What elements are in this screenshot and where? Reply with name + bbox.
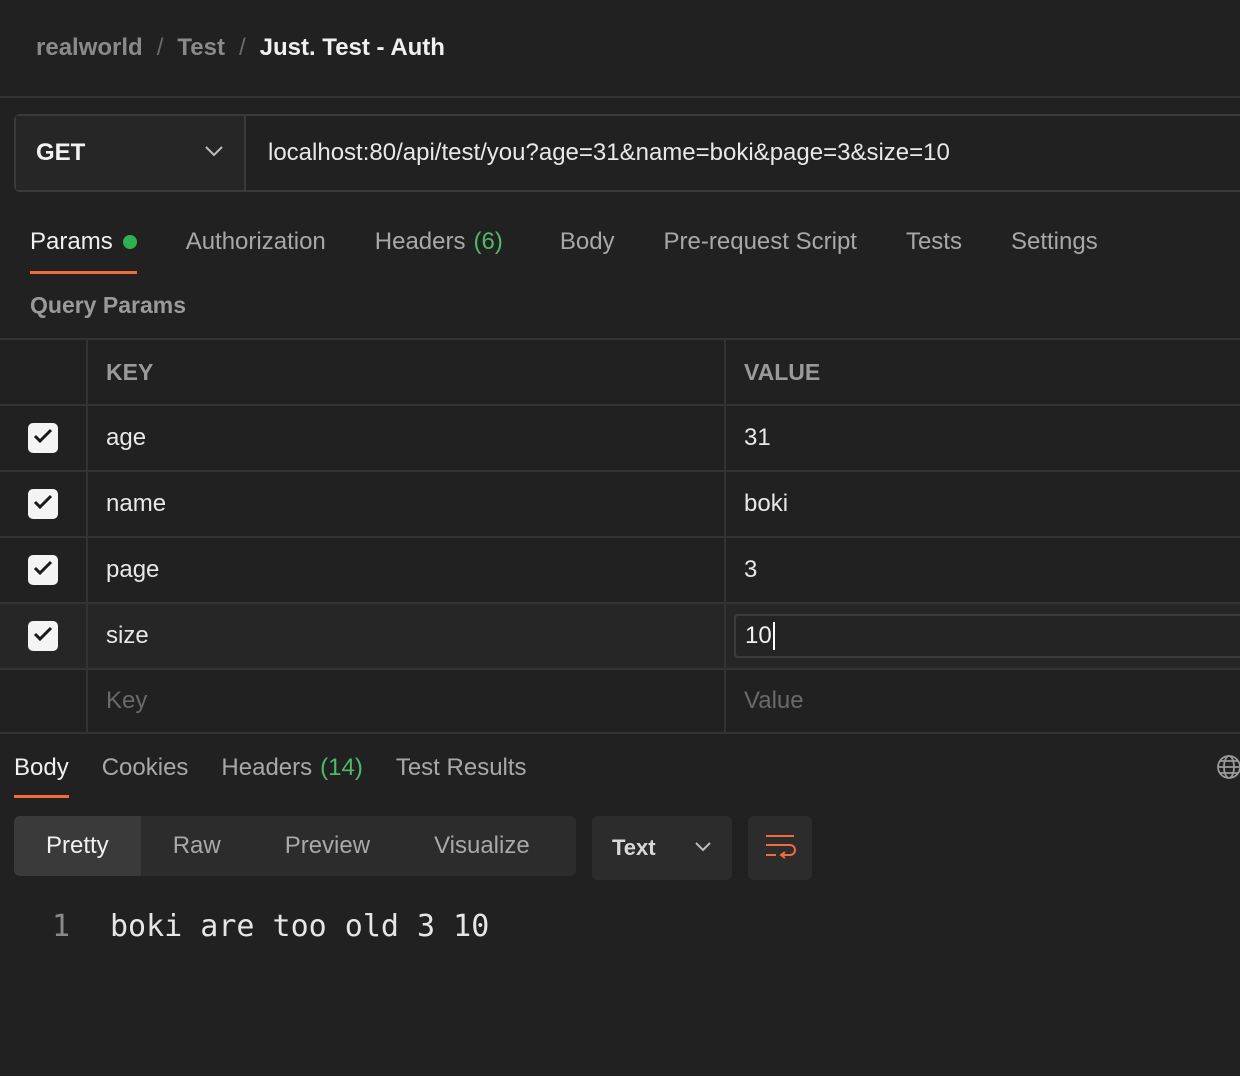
- request-bar: GET localhost:80/api/test/you?age=31&nam…: [14, 114, 1240, 192]
- tab-label: Pre-request Script: [663, 228, 857, 255]
- row-checkbox[interactable]: [28, 555, 58, 585]
- response-body-line: 1 boki are too old 3 10: [0, 904, 489, 948]
- row-checkbox[interactable]: [28, 621, 58, 651]
- param-key[interactable]: name: [88, 472, 726, 536]
- param-value-input[interactable]: 10: [734, 614, 1240, 658]
- table-row: page 3: [0, 536, 1240, 602]
- check-icon: [33, 560, 53, 581]
- param-key[interactable]: age: [88, 406, 726, 470]
- response-tab-headers[interactable]: Headers (14): [221, 744, 362, 792]
- globe-icon[interactable]: [1216, 754, 1240, 780]
- row-checkbox[interactable]: [28, 423, 58, 453]
- line-number: 1: [51, 908, 70, 944]
- tab-label: Headers: [374, 228, 466, 255]
- chevron-down-icon: [694, 839, 712, 857]
- header-divider: [0, 96, 1240, 98]
- word-wrap-icon: [764, 833, 796, 864]
- headers-count: (6): [473, 228, 503, 255]
- breadcrumb-request-name[interactable]: Just. Test - Auth: [260, 34, 445, 62]
- word-wrap-button[interactable]: [748, 816, 812, 880]
- response-tab-body[interactable]: Body: [14, 744, 69, 798]
- method-select[interactable]: GET: [16, 116, 246, 190]
- tab-settings[interactable]: Settings: [1011, 216, 1098, 268]
- tab-label: Params: [30, 228, 113, 255]
- tab-label: Settings: [1010, 228, 1098, 255]
- text-caret: [772, 622, 775, 650]
- param-value[interactable]: boki: [726, 472, 1240, 536]
- response-headers-count: (14): [320, 754, 363, 781]
- tab-label: Body: [559, 228, 615, 255]
- table-row: age 31: [0, 404, 1240, 470]
- query-params-table: KEY VALUE age 31 name boki page 3 size 1…: [0, 338, 1240, 734]
- format-label: Text: [612, 835, 656, 860]
- table-row: size 10: [0, 602, 1240, 668]
- tab-authorization[interactable]: Authorization: [186, 216, 326, 268]
- tab-body[interactable]: Body: [560, 216, 615, 268]
- query-params-title: Query Params: [30, 292, 186, 318]
- tab-params[interactable]: Params: [30, 216, 137, 274]
- view-mode-toggle: Pretty Raw Preview Visualize: [14, 816, 576, 876]
- response-tab-test-results[interactable]: Test Results: [396, 744, 527, 792]
- view-pretty[interactable]: Pretty: [14, 816, 141, 876]
- breadcrumb-separator: /: [156, 34, 164, 61]
- param-key[interactable]: size: [88, 604, 726, 668]
- check-icon: [33, 494, 53, 515]
- param-value[interactable]: 3: [726, 538, 1240, 602]
- param-key[interactable]: page: [88, 538, 726, 602]
- header-check-cell: [0, 340, 88, 404]
- breadcrumb: realworld / Test / Just. Test - Auth: [36, 30, 445, 66]
- format-select[interactable]: Text: [592, 816, 732, 880]
- url-text: localhost:80/api/test/you?age=31&name=bo…: [268, 139, 950, 166]
- tab-label: Authorization: [185, 228, 326, 255]
- view-preview[interactable]: Preview: [253, 816, 402, 876]
- tab-headers[interactable]: Headers (6): [375, 216, 503, 268]
- view-visualize[interactable]: Visualize: [402, 816, 562, 876]
- request-tabs: Params Authorization Headers (6) Body Pr…: [30, 216, 1147, 276]
- url-input[interactable]: localhost:80/api/test/you?age=31&name=bo…: [246, 116, 1240, 190]
- table-row: name boki: [0, 470, 1240, 536]
- response-tab-cookies[interactable]: Cookies: [102, 744, 189, 792]
- new-value-input[interactable]: Value: [726, 670, 1240, 732]
- table-row-empty: Key Value: [0, 668, 1240, 734]
- response-tabs: Body Cookies Headers (14) Test Results: [14, 744, 560, 800]
- param-value: 10: [745, 622, 772, 649]
- response-body-text: boki are too old 3 10: [110, 908, 490, 944]
- tab-pre-request-script[interactable]: Pre-request Script: [664, 216, 857, 268]
- column-header-value: VALUE: [744, 358, 821, 385]
- column-header-key: KEY: [88, 340, 726, 404]
- table-header-row: KEY VALUE: [0, 338, 1240, 404]
- method-label: GET: [36, 139, 86, 166]
- chevron-down-icon: [204, 144, 224, 162]
- view-raw[interactable]: Raw: [141, 816, 253, 876]
- tab-label: Tests: [905, 228, 962, 255]
- new-key-input[interactable]: Key: [88, 670, 726, 732]
- check-icon: [33, 626, 53, 647]
- breadcrumb-workspace[interactable]: realworld: [36, 34, 143, 62]
- param-value[interactable]: 31: [726, 406, 1240, 470]
- row-checkbox[interactable]: [28, 489, 58, 519]
- breadcrumb-separator: /: [238, 34, 246, 61]
- params-active-dot: [122, 235, 137, 249]
- tab-tests[interactable]: Tests: [906, 216, 962, 268]
- check-icon: [33, 428, 53, 449]
- breadcrumb-collection[interactable]: Test: [177, 34, 225, 62]
